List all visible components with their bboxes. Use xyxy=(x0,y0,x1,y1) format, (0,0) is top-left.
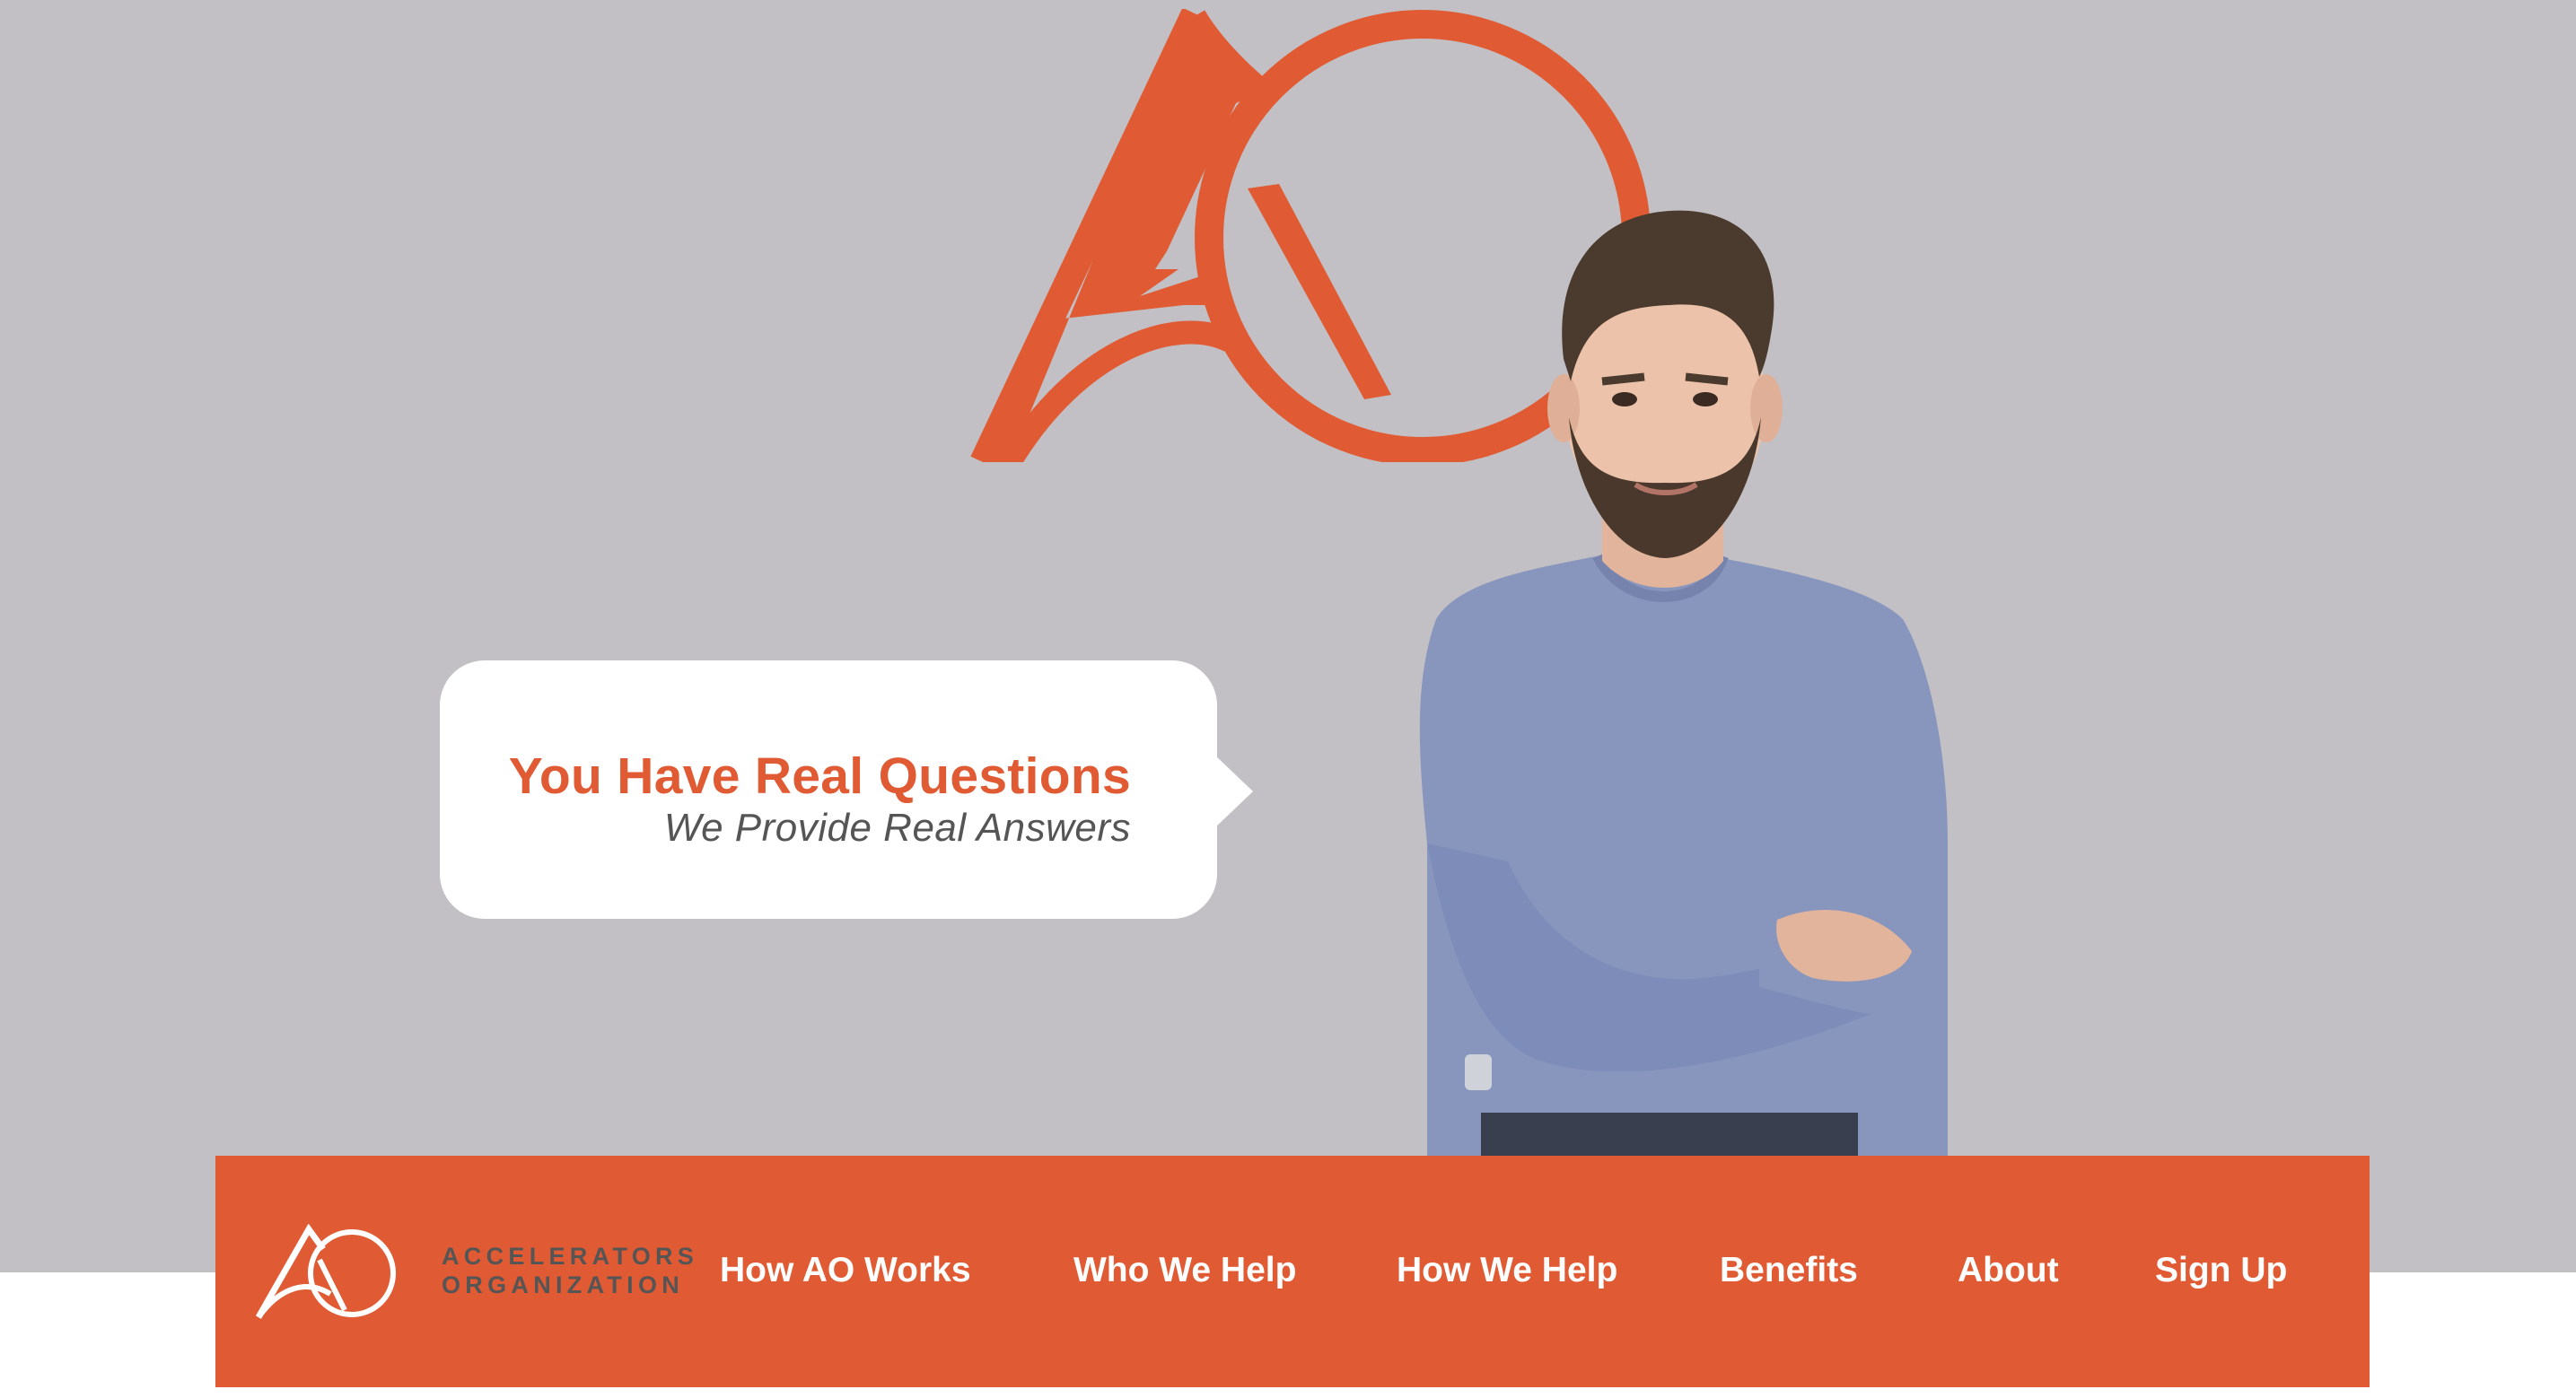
hero-headline: You Have Real Questions xyxy=(508,747,1131,805)
nav-benefits[interactable]: Benefits xyxy=(1720,1249,1858,1292)
speech-bubble: You Have Real Questions We Provide Real … xyxy=(440,660,1217,919)
nav-who-we-help[interactable]: Who We Help xyxy=(1073,1249,1296,1292)
nav-how-we-help[interactable]: How We Help xyxy=(1397,1249,1617,1292)
hero-section: You Have Real Questions We Provide Real … xyxy=(0,0,2576,1272)
smiling-man-photo xyxy=(1419,210,1948,1158)
nav-sign-up[interactable]: Sign Up xyxy=(2155,1249,2287,1292)
accelerators-organization-logo[interactable]: ACCELERATORS ORGANIZATION xyxy=(253,1224,694,1323)
speech-bubble-tail xyxy=(1214,754,1253,829)
nav-about[interactable]: About xyxy=(1958,1249,2059,1292)
hero-subheadline: We Provide Real Answers xyxy=(663,806,1131,850)
brand-name-line1: ACCELERATORS xyxy=(442,1243,699,1270)
nav-how-ao-works[interactable]: How AO Works xyxy=(720,1249,971,1292)
brand-name: ACCELERATORS ORGANIZATION xyxy=(442,1242,698,1299)
brand-name-line2: ORGANIZATION xyxy=(442,1271,685,1298)
main-navbar: ACCELERATORS ORGANIZATION How AO Works W… xyxy=(215,1156,2370,1387)
ao-logo-icon xyxy=(255,1224,396,1319)
